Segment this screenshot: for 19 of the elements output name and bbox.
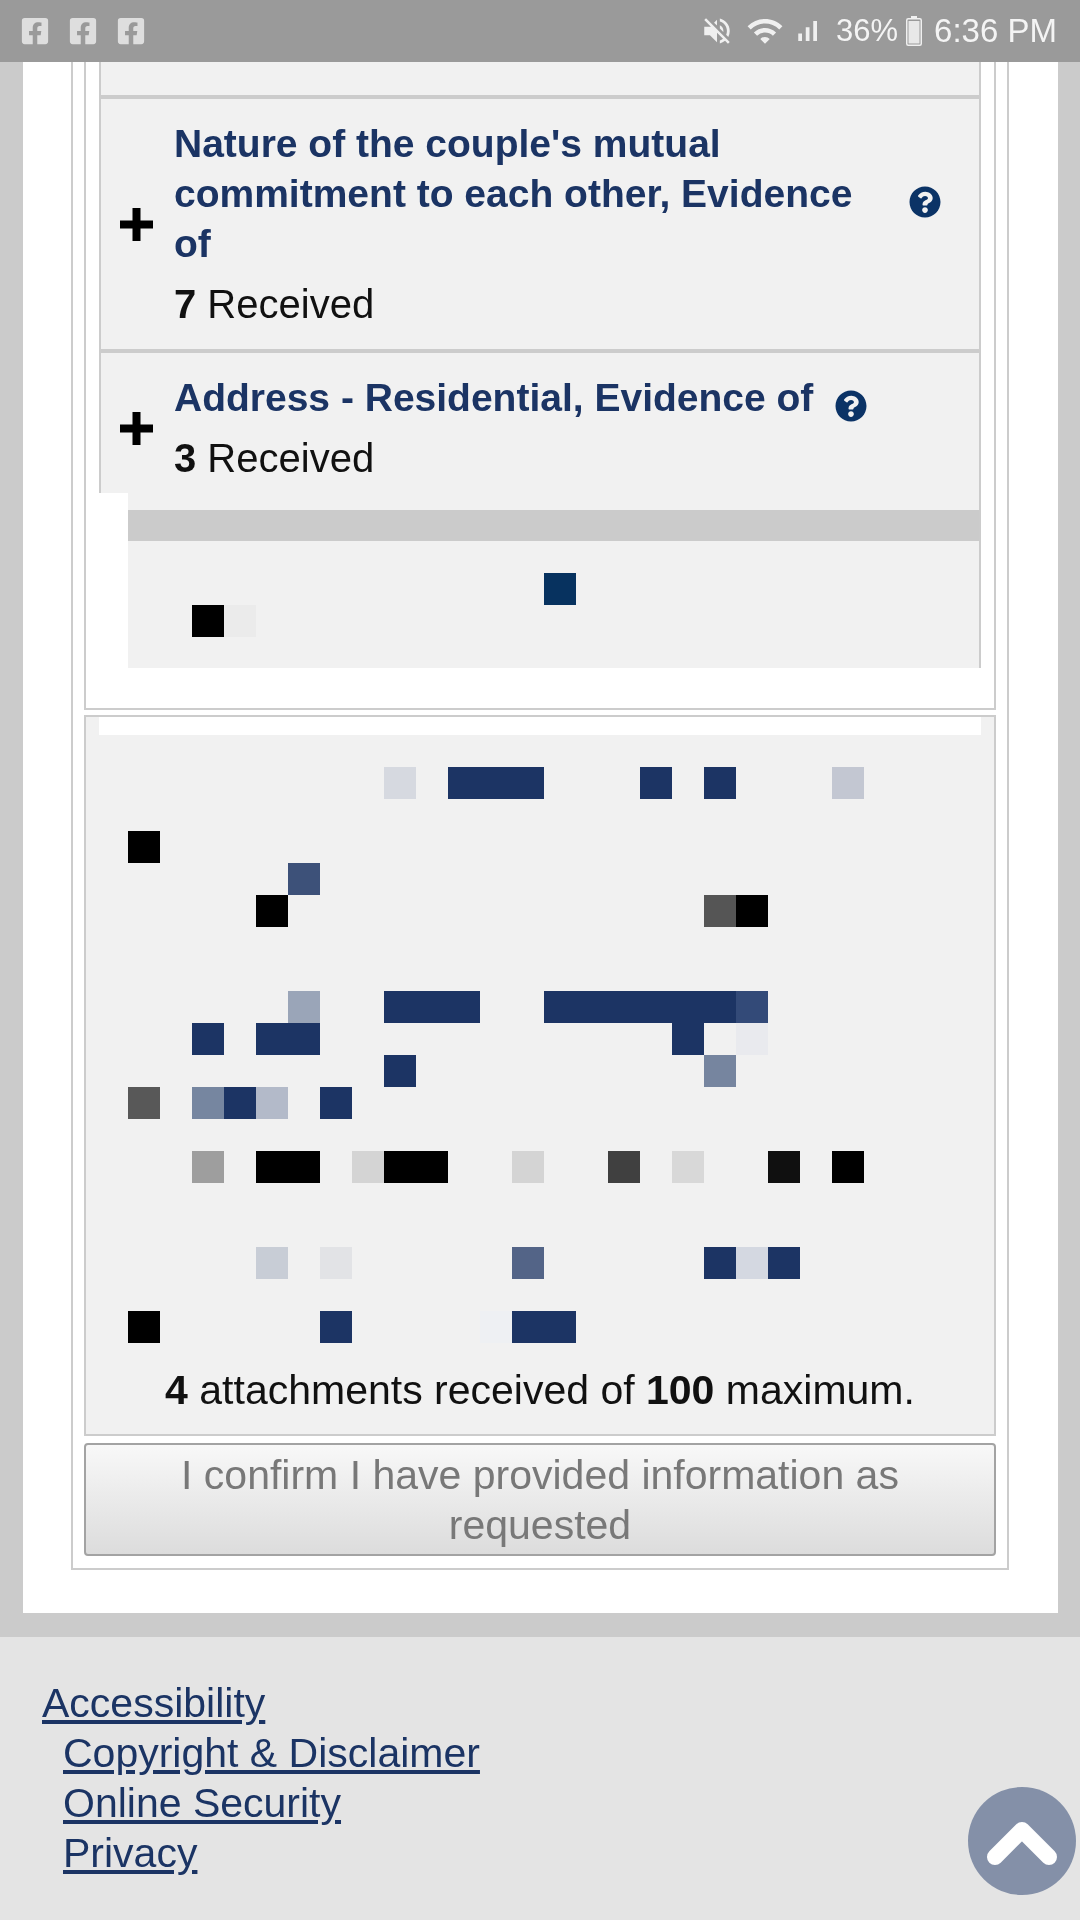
plus-icon[interactable] [120, 207, 153, 241]
f-logo-icon [68, 16, 98, 46]
footer-link[interactable]: Accessibility [42, 1678, 266, 1728]
footer-link[interactable]: Privacy [63, 1828, 198, 1878]
help-icon[interactable] [909, 186, 941, 218]
clock-time: 6:36 PM [934, 11, 1057, 51]
f-logo-icon [20, 16, 50, 46]
accordion-title: Nature of the couple's mutual commitment to each other, Evidence of [174, 121, 854, 267]
f-logo-icon [116, 16, 146, 46]
plus-icon[interactable] [120, 411, 153, 445]
accordion-title: Address - Residential, Evidence of [174, 375, 814, 421]
help-icon[interactable] [835, 390, 868, 422]
footer-link[interactable]: Copyright & Disclaimer [63, 1728, 480, 1778]
footer-link[interactable]: Online Security [63, 1778, 341, 1828]
battery-percentage: 36% [836, 12, 899, 50]
attachments-summary: 4 attachments received of 100 maximum. [164, 1371, 916, 1409]
received-count: 7 Received [174, 281, 376, 328]
battery-icon [906, 16, 923, 46]
received-count: 3 Received [174, 435, 376, 482]
